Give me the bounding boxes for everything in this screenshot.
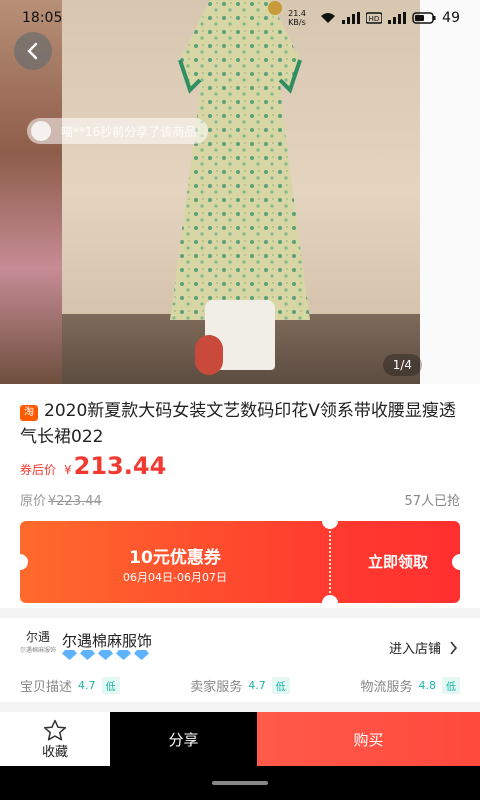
diamond-icon bbox=[62, 650, 77, 660]
original-price-value: ¥223.44 bbox=[48, 494, 102, 509]
share-toast: 喵**16秒前分享了该商品 bbox=[27, 118, 209, 144]
enter-shop-button[interactable]: 进入店铺 bbox=[389, 638, 458, 657]
score-value: 4.7 bbox=[78, 679, 96, 692]
section-divider bbox=[0, 608, 480, 618]
share-toast-text: 喵**16秒前分享了该商品 bbox=[61, 124, 197, 139]
price-value: 213.44 bbox=[73, 452, 167, 480]
shop-logo-subtext: 尔遇棉麻服饰 bbox=[20, 647, 57, 654]
section-divider bbox=[0, 702, 480, 712]
shop-logo[interactable]: 尔遇 尔遇棉麻服饰 bbox=[20, 630, 56, 660]
chevron-right-icon bbox=[450, 640, 458, 655]
price-tag: 券后价 bbox=[20, 463, 57, 477]
original-price: 原价 ¥223.44 bbox=[20, 490, 102, 509]
product-detail-page: 18:05 21.4 KB/s HD 49 喵**16秒前分享了该商品 1/4 … bbox=[0, 0, 480, 800]
diamond-icon bbox=[134, 650, 149, 660]
diamond-icon bbox=[98, 650, 113, 660]
share-button[interactable]: 分享 bbox=[110, 712, 257, 766]
claim-coupon-button[interactable]: 立即领取 bbox=[338, 551, 458, 572]
score-level: 低 bbox=[101, 677, 120, 694]
shop-rating-diamonds bbox=[62, 650, 149, 660]
shoe-image bbox=[195, 335, 223, 375]
shop-scores: 宝贝描述 4.7 低 卖家服务 4.7 低 物流服务 4.8 低 bbox=[20, 676, 460, 695]
price-row: 券后价 ¥ 213.44 bbox=[20, 452, 166, 480]
system-nav-bar bbox=[0, 766, 480, 800]
status-bar: 18:05 21.4 KB/s HD 49 bbox=[0, 0, 480, 36]
net-speed: 21.4 KB/s bbox=[288, 9, 306, 27]
shop-logo-text: 尔遇 bbox=[25, 630, 50, 644]
shop-name[interactable]: 尔遇棉麻服饰 bbox=[62, 630, 152, 651]
back-button[interactable] bbox=[14, 32, 52, 70]
coupon-dates: 06月04日-06月07日 bbox=[123, 571, 227, 584]
score-label: 宝贝描述 bbox=[20, 680, 73, 695]
score-value: 4.8 bbox=[418, 679, 436, 692]
price-currency: ¥ bbox=[64, 463, 72, 477]
diamond-icon bbox=[116, 650, 131, 660]
score-value: 4.7 bbox=[248, 679, 266, 692]
product-image-carousel[interactable] bbox=[0, 0, 480, 384]
signal-icon bbox=[342, 12, 361, 24]
action-bar: 收藏 分享 购买 bbox=[0, 712, 480, 766]
signal-icon-2 bbox=[388, 12, 407, 24]
status-icons: 21.4 KB/s HD 49 bbox=[288, 9, 460, 27]
enter-shop-label: 进入店铺 bbox=[388, 642, 441, 657]
score-logistics: 物流服务 4.8 低 bbox=[360, 676, 460, 695]
score-label: 物流服务 bbox=[360, 680, 413, 695]
svg-text:HD: HD bbox=[369, 15, 380, 23]
product-title: 淘 2020新夏款大码女装文艺数码印花V领系带收腰显瘦透气长裙022 bbox=[20, 398, 460, 450]
wifi-icon bbox=[321, 13, 336, 23]
favorite-label: 收藏 bbox=[41, 744, 68, 760]
battery-icon bbox=[412, 12, 436, 24]
taobao-badge-icon: 淘 bbox=[20, 405, 38, 421]
hd-icon: HD bbox=[366, 12, 383, 24]
coupon-card[interactable]: 10元优惠券 06月04日-06月07日 立即领取 bbox=[20, 521, 460, 603]
coupon-amount: 10元优惠券 bbox=[129, 548, 221, 568]
sold-count: 57人已抢 bbox=[404, 494, 460, 509]
battery-level: 49 bbox=[442, 10, 460, 26]
home-indicator[interactable] bbox=[212, 781, 268, 785]
star-icon bbox=[43, 719, 67, 740]
hero-background-right bbox=[420, 0, 480, 384]
product-title-text: 2020新夏款大码女装文艺数码印花V领系带收腰显瘦透气长裙022 bbox=[20, 401, 456, 447]
chevron-left-icon bbox=[27, 42, 38, 60]
buy-button[interactable]: 购买 bbox=[257, 712, 480, 766]
score-description: 宝贝描述 4.7 低 bbox=[20, 676, 120, 695]
score-service: 卖家服务 4.7 低 bbox=[190, 676, 290, 695]
favorite-button[interactable]: 收藏 bbox=[0, 712, 110, 766]
score-level: 低 bbox=[441, 677, 460, 694]
status-time: 18:05 bbox=[22, 10, 63, 26]
score-label: 卖家服务 bbox=[190, 680, 243, 695]
original-price-label: 原价 bbox=[20, 494, 47, 509]
image-counter: 1/4 bbox=[382, 354, 422, 376]
diamond-icon bbox=[80, 650, 95, 660]
dress-image bbox=[170, 0, 310, 320]
score-level: 低 bbox=[271, 677, 290, 694]
avatar bbox=[31, 121, 51, 141]
